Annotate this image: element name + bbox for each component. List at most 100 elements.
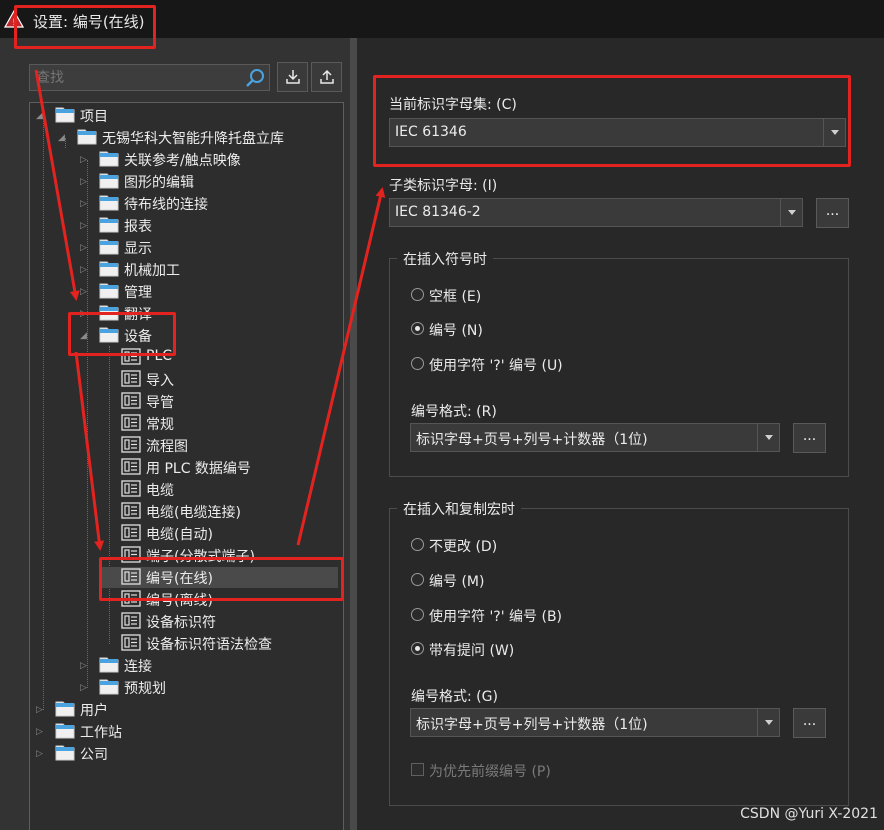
annotation-box-title (14, 5, 156, 49)
format-browse-button-r[interactable]: ... (793, 423, 826, 453)
folder-icon (55, 722, 75, 743)
folder-icon (99, 238, 119, 259)
tree-item-label: 报表 (124, 219, 152, 235)
expand-closed-icon[interactable]: ▷ (80, 265, 87, 275)
option-no-change: 不更改 (D) (429, 539, 498, 555)
tree-folder-item[interactable]: ▷ 公司 (36, 743, 298, 764)
numbering-format-select-g[interactable]: 标识字母+页号+列号+计数器（1位) (410, 708, 780, 737)
option-empty-frame: 空框 (E) (429, 289, 482, 305)
tree-folder-item[interactable]: ▷ 管理 (80, 281, 298, 302)
settings-page-icon (121, 480, 141, 501)
tree-page-item[interactable]: 常规 (102, 413, 298, 434)
tree-item-label: 工作站 (80, 725, 122, 741)
radio-question-mark[interactable] (411, 357, 424, 370)
tree-folder-item[interactable]: ▷ 预规划 (80, 677, 298, 698)
prefix-numbering-checkbox[interactable] (411, 763, 424, 776)
annotation-box-device (68, 312, 176, 356)
tree-item-label: 管理 (124, 285, 152, 301)
tree-item-label: 用户 (80, 703, 108, 719)
tree-guide-line (43, 115, 44, 710)
tree-page-item[interactable]: 流程图 (102, 435, 298, 456)
tree-item-label: 公司 (80, 747, 108, 763)
folder-icon (55, 106, 75, 127)
radio-numbering[interactable] (411, 322, 424, 335)
export-button[interactable] (311, 62, 342, 92)
chevron-down-icon[interactable] (757, 709, 779, 736)
folder-icon (99, 172, 119, 193)
search-icon[interactable] (245, 68, 265, 88)
tree-page-item[interactable]: 用 PLC 数据编号 (102, 457, 298, 478)
expand-closed-icon[interactable]: ▷ (80, 199, 87, 209)
option-with-prompt: 带有提问 (W) (429, 643, 515, 659)
folder-icon (55, 700, 75, 721)
tree-item-label: 设备标识符语法检查 (146, 637, 272, 653)
insert-macro-group-title: 在插入和复制宏时 (397, 499, 521, 519)
tree-item-label: 导入 (146, 373, 174, 389)
tree-item-label: 机械加工 (124, 263, 180, 279)
settings-page-icon (121, 634, 141, 655)
pane-splitter[interactable] (350, 38, 357, 830)
tree-item-label: 图形的编辑 (124, 175, 194, 191)
expand-closed-icon[interactable]: ▷ (80, 287, 87, 297)
annotation-box-charset (373, 75, 851, 167)
tree-page-item[interactable]: 设备标识符语法检查 (102, 633, 298, 654)
settings-page-icon (121, 458, 141, 479)
folder-icon (99, 260, 119, 281)
tree-page-item[interactable]: 导管 (102, 391, 298, 412)
expand-closed-icon[interactable]: ▷ (80, 683, 87, 693)
expand-closed-icon[interactable]: ▷ (80, 155, 87, 165)
subclass-browse-button[interactable]: ... (816, 198, 849, 228)
expand-closed-icon[interactable]: ▷ (36, 749, 43, 759)
expand-closed-icon[interactable]: ▷ (36, 727, 43, 737)
tree-page-item[interactable]: 设备标识符 (102, 611, 298, 632)
option-macro-question-mark: 使用字符 '?' 编号 (B) (429, 609, 563, 625)
annotation-box-numbering-online (99, 557, 344, 601)
tree-folder-item[interactable]: ▷ 显示 (80, 237, 298, 258)
import-button[interactable] (277, 62, 308, 92)
search-box[interactable] (29, 64, 270, 91)
expand-closed-icon[interactable]: ▷ (36, 705, 43, 715)
expand-closed-icon[interactable]: ▷ (80, 221, 87, 231)
settings-page-icon (121, 524, 141, 545)
option-numbering: 编号 (N) (429, 323, 483, 339)
expand-closed-icon[interactable]: ▷ (80, 243, 87, 253)
insert-symbol-group-title: 在插入符号时 (397, 249, 493, 269)
subclass-select[interactable]: IEC 81346-2 (389, 198, 803, 227)
folder-icon (99, 150, 119, 171)
expand-open-icon[interactable]: ◢ (58, 133, 65, 143)
tree-folder-item[interactable]: ▷ 报表 (80, 215, 298, 236)
radio-macro-question-mark[interactable] (411, 608, 424, 621)
numbering-format-value-g: 标识字母+页号+列号+计数器（1位) (416, 717, 648, 733)
tree-page-item[interactable]: 电缆 (102, 479, 298, 500)
tree-page-item[interactable]: 导入 (102, 369, 298, 390)
folder-icon (99, 216, 119, 237)
tree-folder-item[interactable]: ▷ 工作站 (36, 721, 298, 742)
radio-with-prompt[interactable] (411, 642, 424, 655)
chevron-down-icon[interactable] (757, 424, 779, 451)
tree-folder-item[interactable]: ◢ 无锡华科大智能升降托盘立库 (58, 127, 298, 148)
radio-no-change[interactable] (411, 538, 424, 551)
radio-empty-frame[interactable] (411, 288, 424, 301)
tree-folder-item[interactable]: ▷ 图形的编辑 (80, 171, 298, 192)
tree-folder-item[interactable]: ▷ 连接 (80, 655, 298, 676)
tree-item-label: 电缆 (146, 483, 174, 499)
search-input[interactable] (30, 65, 240, 90)
tree-folder-item[interactable]: ◢ 项目 (36, 105, 298, 126)
tree-item-label: 关联参考/触点映像 (124, 153, 241, 169)
tree-folder-item[interactable]: ▷ 关联参考/触点映像 (80, 149, 298, 170)
tree-folder-item[interactable]: ▷ 待布线的连接 (80, 193, 298, 214)
expand-closed-icon[interactable]: ▷ (80, 661, 87, 671)
folder-icon (77, 128, 97, 149)
expand-closed-icon[interactable]: ▷ (80, 177, 87, 187)
tree-page-item[interactable]: 电缆(电缆连接) (102, 501, 298, 522)
expand-open-icon[interactable]: ◢ (36, 111, 43, 121)
settings-page-icon (121, 392, 141, 413)
format-browse-button-g[interactable]: ... (793, 708, 826, 738)
tree-item-label: 项目 (80, 109, 108, 125)
tree-folder-item[interactable]: ▷ 用户 (36, 699, 298, 720)
chevron-down-icon[interactable] (780, 199, 802, 226)
numbering-format-select-r[interactable]: 标识字母+页号+列号+计数器（1位) (410, 423, 780, 452)
radio-macro-numbering[interactable] (411, 573, 424, 586)
tree-page-item[interactable]: 电缆(自动) (102, 523, 298, 544)
tree-folder-item[interactable]: ▷ 机械加工 (80, 259, 298, 280)
